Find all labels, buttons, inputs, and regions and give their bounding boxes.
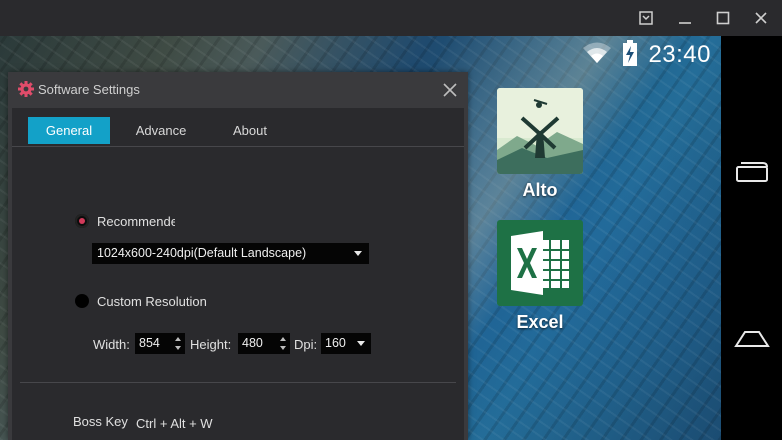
custom-resolution-radio[interactable] <box>75 294 89 308</box>
width-value: 854 <box>139 336 160 350</box>
dialog-title-bar[interactable]: Software Settings <box>8 72 468 108</box>
tab-general[interactable]: General <box>28 117 110 144</box>
alto-app-icon <box>497 88 583 174</box>
recents-icon[interactable] <box>733 158 771 188</box>
tab-about[interactable]: About <box>222 117 278 144</box>
close-icon[interactable] <box>751 8 771 28</box>
app-label-alto: Alto <box>522 180 558 200</box>
dpi-label: Dpi: <box>294 337 318 352</box>
excel-app-icon <box>497 220 583 306</box>
app-label-excel: Excel <box>516 312 564 332</box>
boss-key-label: Boss Key <box>73 414 128 429</box>
minimize-icon[interactable] <box>675 8 695 28</box>
wifi-icon <box>582 41 612 70</box>
width-stepper[interactable]: 854 <box>135 333 185 354</box>
dpi-value: 160 <box>325 336 346 350</box>
stepper-arrows-icon[interactable] <box>175 336 181 351</box>
boss-key-value[interactable]: Ctrl + Alt + W <box>136 416 213 431</box>
software-settings-dialog: Software Settings General Advance About … <box>8 72 468 440</box>
app-alto[interactable]: Alto <box>497 88 583 201</box>
section-divider <box>20 382 456 383</box>
dropdown-icon[interactable] <box>636 8 656 28</box>
android-status-bar: 23:40 <box>582 39 711 71</box>
tab-advance[interactable]: Advance <box>126 117 196 144</box>
recommended-label[interactable]: Recommended <box>97 214 175 229</box>
android-nav-bar <box>721 36 782 440</box>
stepper-arrows-icon[interactable] <box>280 336 286 351</box>
battery-charging-icon <box>622 39 638 71</box>
dialog-title: Software Settings <box>38 82 140 97</box>
recommended-radio[interactable] <box>75 214 89 228</box>
chevron-down-icon <box>357 341 365 346</box>
dialog-close-icon[interactable] <box>442 82 458 98</box>
settings-tabs: General Advance About <box>12 108 464 147</box>
resolution-select[interactable]: 1024x600-240dpi(Default Landscape) <box>92 243 369 264</box>
maximize-icon[interactable] <box>713 8 733 28</box>
emulator-title-bar <box>0 0 782 36</box>
height-stepper[interactable]: 480 <box>238 333 290 354</box>
dpi-select[interactable]: 160 <box>321 333 371 354</box>
dialog-body: General Advance About Recommended 1024x6… <box>12 108 464 440</box>
custom-resolution-label[interactable]: Custom Resolution <box>97 294 207 309</box>
height-label: Height: <box>190 337 232 352</box>
height-value: 480 <box>242 336 263 350</box>
resolution-select-value: 1024x600-240dpi(Default Landscape) <box>97 246 307 260</box>
chevron-down-icon <box>354 251 362 256</box>
app-excel[interactable]: Excel <box>497 220 583 333</box>
status-time: 23:40 <box>648 41 711 68</box>
width-label: Width: <box>93 337 130 352</box>
home-icon[interactable] <box>733 324 771 354</box>
gear-icon <box>18 81 34 102</box>
